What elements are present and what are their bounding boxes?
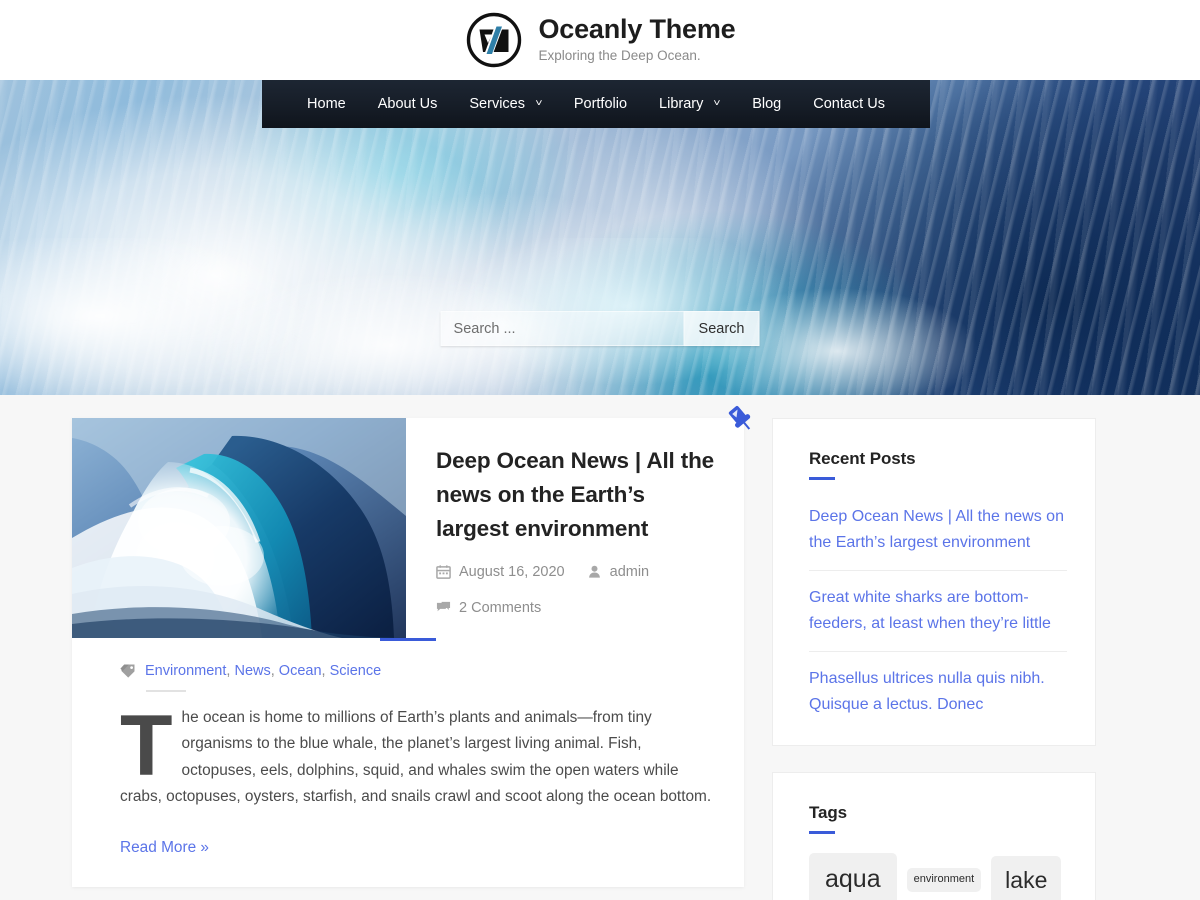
nav-item-home[interactable]: Home (291, 80, 362, 128)
recent-post-link[interactable]: Phasellus ultrices nulla quis nibh. Quis… (809, 666, 1067, 718)
search-input[interactable] (440, 311, 684, 346)
tag-icon (120, 663, 136, 679)
widget-tags: Tags aquaenvironmentlakeoceanscience (772, 772, 1096, 900)
post-category-link[interactable]: News (234, 663, 270, 679)
post-date-text: August 16, 2020 (459, 563, 565, 580)
sidebar: Recent Posts Deep Ocean News | All the n… (772, 418, 1096, 900)
nav-item-label: About Us (377, 96, 438, 112)
post-card: Deep Ocean News | All the news on the Ea… (72, 406, 751, 887)
main-navigation: Home About Us Services ˅ Portfolio Library ˅ Bl… (262, 80, 930, 128)
post-category-link[interactable]: Ocean (279, 663, 322, 679)
read-more-link[interactable]: Read More » (120, 839, 209, 857)
tag-chip[interactable]: environment (906, 868, 982, 892)
widget-recent-posts: Recent Posts Deep Ocean News | All the n… (772, 418, 1096, 747)
nav-list: Home About Us Services ˅ Portfolio Library ˅ Bl… (291, 80, 901, 128)
nav-item-label: Portfolio (573, 96, 628, 112)
hero-banner: Home About Us Services ˅ Portfolio Library ˅ Bl… (0, 80, 1200, 395)
wave-illustration (72, 418, 406, 638)
post-body: Environment, News, Ocean, Science The oc… (72, 641, 744, 887)
page-content: Deep Ocean News | All the news on the Ea… (0, 395, 1200, 900)
recent-post-link[interactable]: Great white sharks are bottom-feeders, a… (809, 585, 1067, 637)
post-comments-text: 2 Comments (459, 599, 542, 616)
recent-posts-title: Recent Posts (809, 449, 916, 468)
post-comments[interactable]: 2 Comments (436, 600, 541, 616)
post-author-text: admin (609, 563, 650, 580)
post-category-links: Environment, News, Ocean, Science (145, 663, 381, 679)
tag-chip[interactable]: aqua (809, 853, 897, 900)
category-separator: , (321, 663, 330, 679)
post-excerpt: The ocean is home to millions of Earth’s… (120, 698, 712, 806)
nav-item-services[interactable]: Services ˅ (453, 80, 557, 128)
tag-cloud: aquaenvironmentlakeoceanscience (809, 853, 1067, 900)
recent-post-link[interactable]: Deep Ocean News | All the news on the Ea… (809, 504, 1067, 556)
oceanly-circle-logo-icon (465, 11, 523, 69)
nav-item-portfolio[interactable]: Portfolio (558, 80, 643, 128)
category-separator: , (270, 663, 279, 679)
user-icon (587, 564, 602, 579)
nav-item-label: Contact Us (813, 96, 885, 112)
search-submit-button[interactable]: Search (683, 311, 760, 346)
site-title: Oceanly Theme (538, 14, 736, 45)
nav-item-label: Blog (752, 96, 782, 112)
post-header: Deep Ocean News | All the news on the Ea… (406, 418, 744, 638)
post-categories: Environment, News, Ocean, Science (120, 663, 716, 679)
hero-search-form: Search (440, 311, 760, 346)
nav-item-label: Services (469, 96, 525, 112)
calendar-icon (436, 564, 451, 579)
pushpin-icon (724, 402, 758, 436)
nav-item-about-us[interactable]: About Us (362, 80, 454, 128)
post-featured-image[interactable] (72, 418, 406, 638)
recent-posts-list: Deep Ocean News | All the news on the Ea… (809, 498, 1067, 719)
tags-title: Tags (809, 803, 848, 823)
post-date: August 16, 2020 (436, 564, 565, 580)
post-title[interactable]: Deep Ocean News | All the news on the Ea… (436, 444, 718, 547)
chevron-down-icon[interactable]: ˅ (535, 99, 542, 109)
post-author: admin (587, 563, 650, 580)
category-divider (146, 690, 186, 692)
site-tagline: Exploring the Deep Ocean. (538, 48, 701, 64)
tags-accent (809, 831, 835, 835)
post-category-link[interactable]: Science (330, 663, 382, 679)
nav-item-blog[interactable]: Blog (736, 80, 797, 128)
recent-post-item: Phasellus ultrices nulla quis nibh. Quis… (809, 652, 1067, 720)
post-meta: August 16, 2020 admin 2 Comments (436, 564, 718, 616)
recent-post-item: Deep Ocean News | All the news on the Ea… (809, 498, 1067, 571)
recent-post-item: Great white sharks are bottom-feeders, a… (809, 571, 1067, 652)
branding[interactable]: Oceanly Theme Exploring the Deep Ocean. (465, 11, 736, 69)
tag-chip[interactable]: lake (991, 855, 1062, 900)
content-column: Deep Ocean News | All the news on the Ea… (72, 406, 751, 887)
nav-item-label: Home (307, 96, 346, 112)
comment-icon (436, 600, 451, 615)
site-header: Oceanly Theme Exploring the Deep Ocean. (0, 0, 1200, 80)
post-category-link[interactable]: Environment (145, 663, 226, 679)
nav-item-contact-us[interactable]: Contact Us (797, 80, 901, 128)
nav-item-library[interactable]: Library ˅ (643, 80, 736, 128)
post-header-row: Deep Ocean News | All the news on the Ea… (72, 418, 744, 638)
post-accent-bar (380, 638, 436, 641)
recent-posts-accent (809, 477, 835, 480)
nav-item-label: Library (659, 96, 704, 112)
chevron-down-icon[interactable]: ˅ (714, 99, 721, 109)
